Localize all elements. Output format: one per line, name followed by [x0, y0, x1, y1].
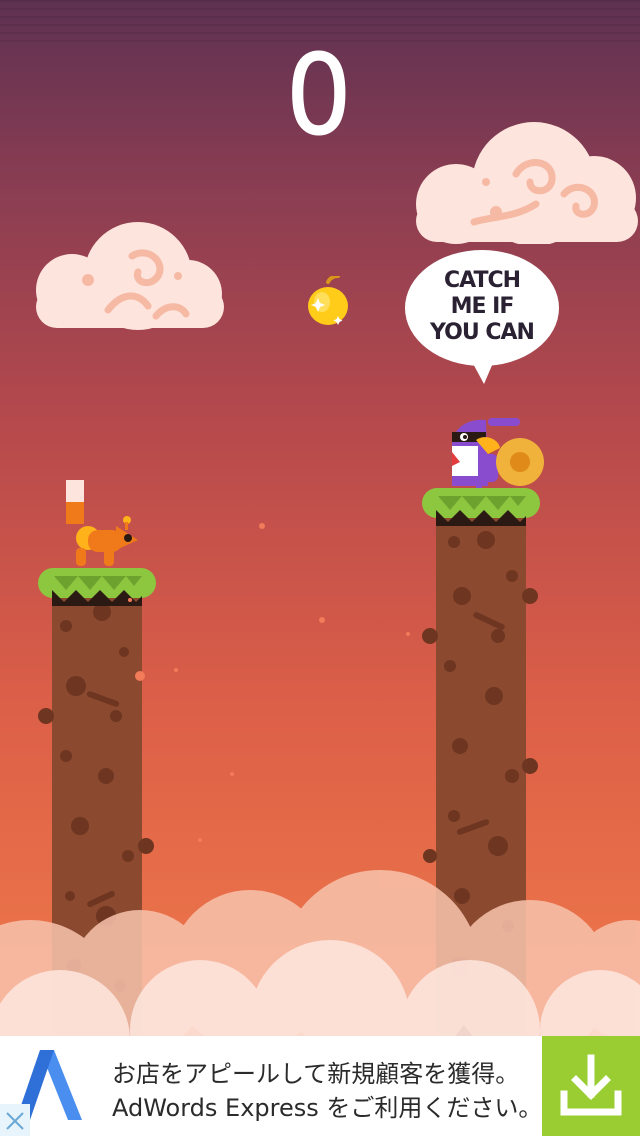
bird-enemy — [452, 418, 544, 488]
download-button[interactable] — [542, 1036, 640, 1136]
ad-description[interactable]: AdWords Express をご利用ください。 — [112, 1088, 542, 1123]
download-icon — [560, 1054, 622, 1116]
ad-close-button[interactable] — [0, 1104, 30, 1136]
ad-headline[interactable]: お店をアピールして新規顧客を獲得。 — [112, 1054, 519, 1089]
bottom-clouds — [0, 870, 640, 1036]
golden-apple-icon[interactable] — [304, 276, 352, 328]
game-scene[interactable]: 0 CATCH ME IF YOU CAN — [0, 0, 640, 1036]
close-icon — [6, 1112, 24, 1130]
ad-banner[interactable]: お店をアピールして新規顧客を獲得。 AdWords Express をご利用くだ… — [0, 1036, 640, 1136]
ember-particles — [128, 523, 410, 842]
cloud-left — [36, 222, 224, 330]
cloud-top-right — [416, 122, 638, 244]
speech-bubble-text: CATCH ME IF YOU CAN — [430, 268, 535, 345]
speech-bubble: CATCH ME IF YOU CAN — [404, 250, 560, 384]
